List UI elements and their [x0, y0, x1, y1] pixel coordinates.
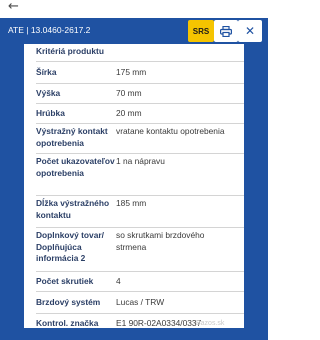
criteria-heading-row: Kritériá produktu: [36, 44, 244, 62]
row-value: 1 na nápravu: [116, 156, 165, 166]
row-value: 185 mm: [116, 198, 147, 208]
product-criteria-panel[interactable]: Kritériá produktu Šírka 175 mm Výška 70 …: [24, 44, 244, 328]
row-label: Počet ukazovateľov opotrebenia: [36, 156, 115, 178]
watermark: Bazos.sk: [196, 320, 225, 327]
printer-icon: [220, 25, 232, 37]
row-value: 20 mm: [116, 108, 142, 118]
bottom-bar: [0, 328, 268, 340]
criteria-heading: Kritériá produktu: [36, 46, 104, 56]
row-label: Výška: [36, 88, 61, 98]
table-row: Doplnkový tovar/ Doplňujúca informácia 2…: [36, 228, 244, 272]
table-row: Brzdový systém Lucas / TRW: [36, 292, 244, 314]
left-margin-bar: [0, 44, 24, 328]
row-value: 4: [116, 276, 121, 286]
close-button[interactable]: ✕: [238, 20, 262, 42]
row-label: Počet skrutiek: [36, 276, 94, 286]
row-value: 70 mm: [116, 88, 142, 98]
top-strip: ←: [0, 0, 268, 18]
print-button[interactable]: [214, 20, 238, 42]
row-value: Lucas / TRW: [116, 297, 165, 307]
row-value: vratane kontaktu opotrebenia: [116, 126, 225, 136]
table-row: Počet ukazovateľov opotrebenia 1 na nápr…: [36, 154, 244, 196]
right-margin-bar: [244, 44, 268, 328]
row-label: Doplnkový tovar/ Doplňujúca informácia 2: [36, 230, 104, 263]
row-value: E1 90R-02A0334/0337: [116, 318, 202, 328]
back-arrow-icon[interactable]: ←: [8, 0, 19, 14]
srs-label: SRS: [192, 26, 210, 36]
row-label: Brzdový systém: [36, 297, 101, 307]
table-row: Šírka 175 mm: [36, 62, 244, 84]
srs-button[interactable]: SRS: [188, 20, 214, 42]
table-row: Dĺžka výstražného kontaktu 185 mm: [36, 196, 244, 228]
row-value: 175 mm: [116, 67, 147, 77]
table-row: Výstražný kontakt opotrebenia vratane ko…: [36, 124, 244, 154]
table-row: Hrúbka 20 mm: [36, 104, 244, 124]
row-label: Hrúbka: [36, 108, 65, 118]
table-row: Počet skrutiek 4: [36, 272, 244, 292]
row-value: so skrutkami brzdového strmena: [116, 230, 205, 252]
row-label: Výstražný kontakt opotrebenia: [36, 126, 108, 148]
row-label: Dĺžka výstražného kontaktu: [36, 198, 110, 220]
row-label: Šírka: [36, 67, 57, 77]
dialog-title: ATE | 13.0460-2617.2: [8, 25, 91, 35]
row-label: Kontrol. značka: [36, 318, 99, 328]
close-icon: ✕: [244, 24, 256, 38]
table-row: Výška 70 mm: [36, 84, 244, 104]
